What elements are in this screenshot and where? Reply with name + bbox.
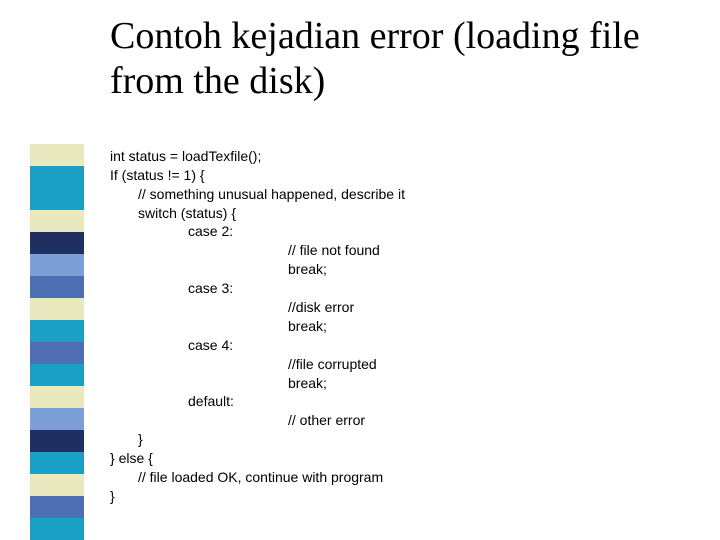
sidebar-block	[30, 408, 84, 430]
code-line: case 3:	[110, 279, 233, 298]
code-line: // file not found	[110, 241, 380, 260]
code-line: //file corrupted	[110, 355, 377, 374]
sidebar-block	[30, 452, 84, 474]
code-line: }	[110, 488, 115, 504]
sidebar-block	[30, 474, 84, 496]
code-line: break;	[110, 260, 327, 279]
code-line: //disk error	[110, 298, 354, 317]
sidebar-block	[30, 342, 84, 364]
sidebar-block	[30, 188, 84, 210]
sidebar-block	[30, 496, 84, 518]
sidebar-block	[30, 254, 84, 276]
sidebar-block	[30, 166, 84, 188]
sidebar-block	[30, 364, 84, 386]
sidebar-block	[30, 144, 84, 166]
sidebar-block	[30, 298, 84, 320]
code-line: case 2:	[110, 222, 233, 241]
slide-title: Contoh kejadian error (loading file from…	[110, 14, 670, 104]
code-block: int status = loadTexfile(); If (status !…	[110, 128, 670, 506]
code-line: int status = loadTexfile();	[110, 148, 261, 164]
code-line: If (status != 1) {	[110, 167, 205, 183]
sidebar-block	[30, 210, 84, 232]
code-line: switch (status) {	[110, 204, 236, 223]
sidebar-block	[30, 386, 84, 408]
sidebar-block	[30, 276, 84, 298]
sidebar-block	[30, 518, 84, 540]
code-line: } else {	[110, 450, 153, 466]
sidebar-block	[30, 430, 84, 452]
sidebar-block	[30, 232, 84, 254]
code-line: // other error	[110, 411, 365, 430]
code-line: default:	[110, 392, 234, 411]
decorative-sidebar	[30, 144, 84, 540]
code-line: }	[110, 430, 143, 449]
code-line: break;	[110, 317, 327, 336]
code-line: break;	[110, 374, 327, 393]
code-line: case 4:	[110, 336, 233, 355]
sidebar-block	[30, 320, 84, 342]
code-line: // something unusual happened, describe …	[110, 185, 405, 204]
code-line: // file loaded OK, continue with program	[110, 468, 383, 487]
